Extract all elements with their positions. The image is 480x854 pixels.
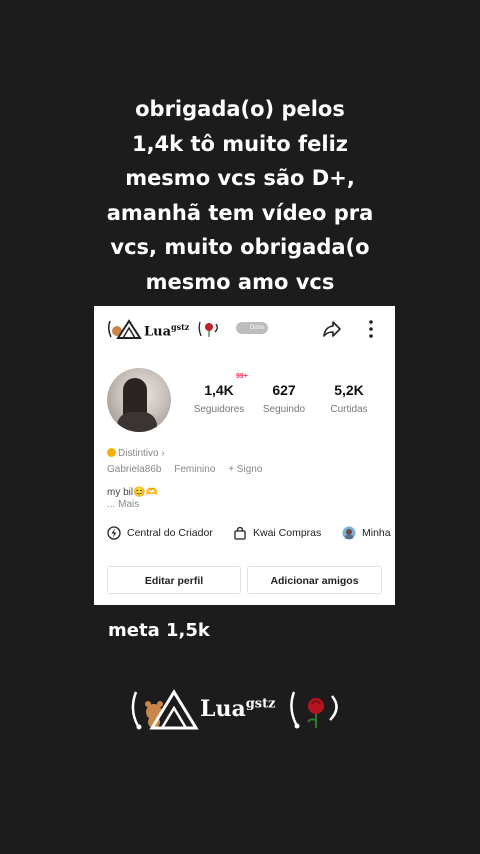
likes-count: 5,2K	[334, 382, 364, 398]
following-label: Seguindo	[262, 404, 306, 415]
add-sign-link[interactable]: + Signo	[228, 464, 262, 475]
shortcut-label: Kwai Compras	[253, 527, 322, 539]
caption-line: obrigada(o) pelos	[135, 97, 345, 121]
bio-more-link[interactable]: ... Mais	[107, 499, 139, 510]
signature-name: Luagstz	[200, 696, 276, 722]
distintivo-link[interactable]: Distintivo ›	[107, 448, 165, 459]
profile-bio: my bil😊🫶	[107, 487, 159, 498]
more-options-icon[interactable]	[360, 318, 382, 340]
shopping-bag-icon	[234, 526, 246, 540]
shortcut-label: Minha	[362, 527, 391, 539]
profile-username: Luagstz	[144, 322, 189, 339]
profile-info-line: Gabriela86b Feminino + Signo	[107, 464, 272, 475]
stat-followers[interactable]: 1,4K Seguidores	[184, 382, 254, 415]
caption-text: obrigada(o) pelos 1,4k tô muito feliz me…	[0, 92, 480, 299]
followers-notification-badge: 99+	[236, 373, 248, 380]
following-count: 627	[272, 382, 296, 398]
caption-line: amanhã tem vídeo pra	[106, 200, 374, 225]
shortcut-kwai-shopping[interactable]: Kwai Compras	[233, 526, 321, 540]
stat-following[interactable]: 627 Seguindo	[249, 382, 319, 415]
signature-name-text: Lua	[200, 696, 246, 722]
profile-gender: Feminino	[174, 464, 216, 475]
add-friends-button[interactable]: Adicionar amigos	[247, 566, 382, 594]
shortcut-label: Central do Criador	[127, 527, 213, 539]
caption-line: mesmo amo vcs	[145, 269, 335, 294]
bear-icon	[131, 689, 199, 730]
profile-header: Luagstz Dons	[106, 318, 386, 340]
caption-line: vcs, muito obrigada(o	[110, 235, 370, 259]
shortcut-creator-center[interactable]: Central do Criador	[107, 526, 213, 540]
profile-avatar[interactable]	[107, 368, 171, 432]
rose-icon	[290, 691, 338, 729]
avatar-body	[117, 412, 157, 432]
followers-count: 1,4K	[204, 382, 234, 398]
lightning-icon	[107, 526, 121, 540]
caption-line: 1,4k tô muito feliz	[131, 131, 349, 156]
stat-likes[interactable]: 5,2K Curtidas	[314, 382, 384, 415]
dons-toggle-label: Dons	[249, 325, 264, 331]
triangle-logo-icon	[107, 319, 142, 339]
profile-screenshot-card: Luagstz Dons 99+ 1,4K Seguidores 627 Seg…	[94, 306, 395, 605]
caption-line: mesmo vcs são D+,	[125, 166, 355, 190]
edit-profile-button[interactable]: Editar perfil	[107, 566, 241, 594]
share-icon[interactable]	[321, 318, 343, 340]
likes-label: Curtidas	[330, 404, 368, 415]
rose-icon	[198, 321, 218, 337]
shortcut-mine[interactable]: Minha	[342, 526, 391, 540]
goal-text: meta 1,5k	[108, 620, 210, 641]
dons-toggle[interactable]: Dons	[236, 322, 268, 334]
signature-watermark: Luagstz	[128, 686, 358, 732]
signature-name-suffix: gstz	[245, 696, 276, 712]
username-suffix: gstz	[171, 322, 190, 332]
profile-handle: Gabriela86b	[107, 464, 162, 475]
username-text: Lua	[144, 324, 172, 340]
followers-label: Seguidores	[193, 404, 245, 415]
avatar-mini-icon	[342, 526, 356, 540]
distintivo-text: Distintivo ›	[118, 448, 165, 459]
distintivo-icon	[107, 448, 116, 457]
